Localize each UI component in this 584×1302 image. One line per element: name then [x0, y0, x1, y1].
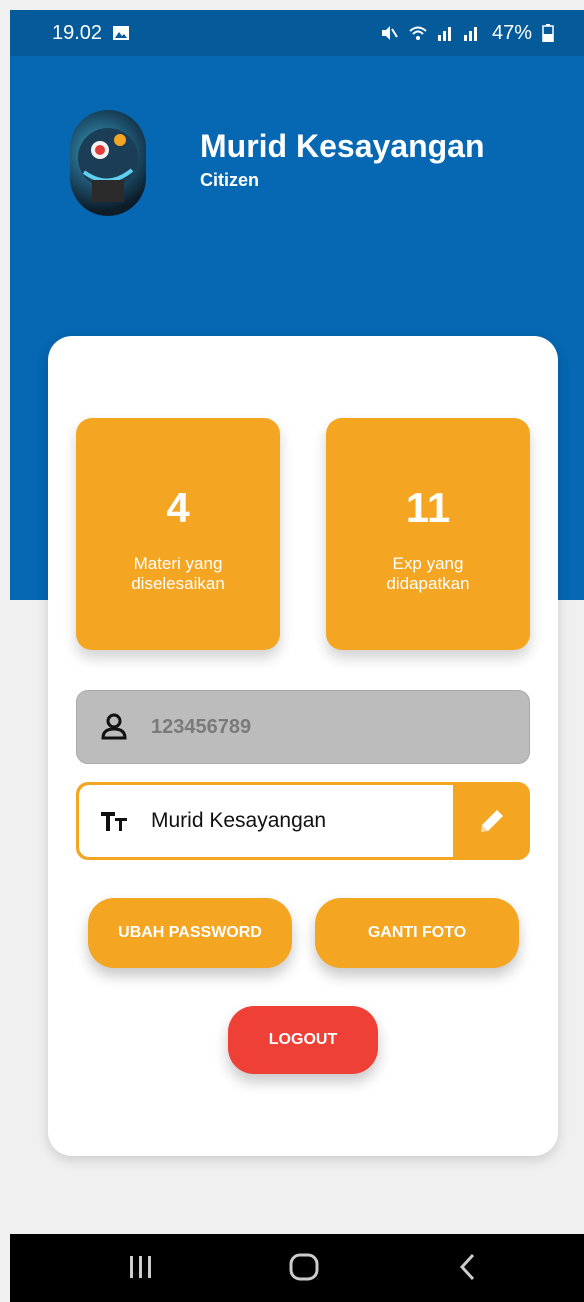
stat-label-line1: Exp yang	[392, 554, 464, 573]
stat-label-line1: Materi yang	[133, 554, 223, 573]
system-navigation-bar	[10, 1234, 584, 1302]
stat-label-line2: diselesaikan	[131, 574, 225, 593]
pencil-icon	[481, 810, 503, 832]
profile-role: Citizen	[200, 170, 260, 190]
wifi-icon	[409, 26, 427, 40]
change-photo-button[interactable]: GANTI FOTO	[315, 898, 519, 968]
status-time: 19.02	[52, 21, 103, 44]
logout-button[interactable]: LOGOUT	[228, 1006, 378, 1074]
recent-apps-icon[interactable]	[128, 1252, 154, 1282]
profile-name: Murid Kesayangan	[200, 128, 485, 164]
gallery-notification-icon	[113, 26, 130, 40]
text-size-icon	[101, 812, 127, 831]
stat-value: 4	[166, 484, 190, 531]
battery-icon	[542, 24, 554, 42]
status-bar: 19.02 47%	[10, 10, 584, 56]
stat-card-materi: 4 Materi yang diselesaikan	[76, 418, 280, 650]
person-icon	[101, 713, 127, 740]
user-id-value: 123456789	[151, 715, 252, 738]
edit-name-button[interactable]	[454, 782, 530, 860]
stat-value: 11	[405, 484, 451, 531]
stat-label-line2: didapatkan	[386, 574, 470, 593]
avatar[interactable]	[70, 110, 146, 216]
back-icon[interactable]	[458, 1252, 478, 1282]
display-name-field: Murid Kesayangan	[76, 782, 530, 860]
stat-card-exp: 11 Exp yang didapatkan	[326, 418, 530, 650]
home-icon[interactable]	[288, 1252, 320, 1282]
display-name-input[interactable]: Murid Kesayangan	[79, 785, 453, 857]
change-password-button[interactable]: UBAH PASSWORD	[88, 898, 292, 968]
user-id-field: 123456789	[76, 690, 530, 764]
signal-icon	[437, 27, 477, 41]
battery-percent: 47%	[491, 21, 532, 44]
mute-icon	[381, 26, 398, 40]
display-name-value: Murid Kesayangan	[151, 809, 327, 832]
